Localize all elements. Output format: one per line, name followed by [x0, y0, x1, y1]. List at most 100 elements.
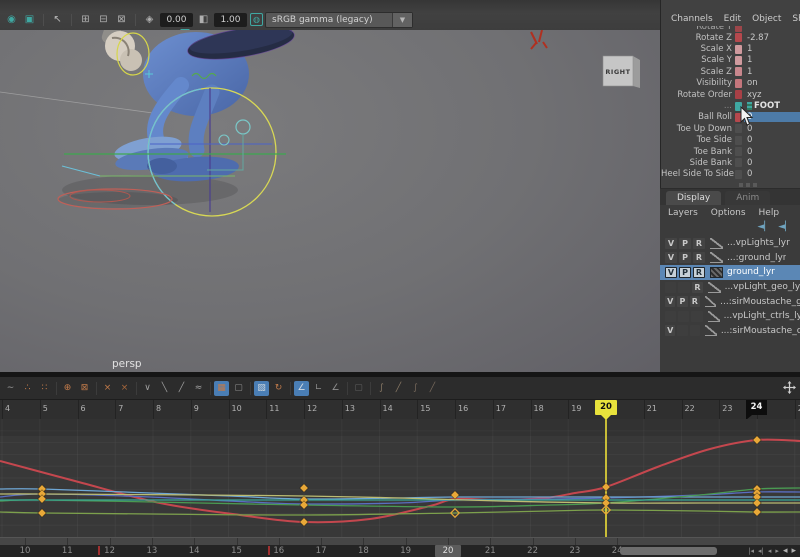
move-layer-down-icon[interactable]: ◄▏: [778, 222, 792, 232]
break-tangents-icon[interactable]: ▧: [254, 381, 269, 396]
channel-row[interactable]: Scale Y1: [661, 55, 800, 66]
time-slider[interactable]: 101112131415161718192021222324|◂◂|◂▸◂▸: [0, 545, 800, 557]
post-infinity-icon[interactable]: ∠: [328, 381, 343, 396]
snap-cube-icon[interactable]: ▣: [22, 12, 37, 27]
layer-row[interactable]: VPR...vpLights_lyr: [660, 236, 800, 251]
layer-toggle-p[interactable]: [678, 282, 689, 293]
graph-editor-canvas[interactable]: [0, 419, 800, 537]
channel-menu-object[interactable]: Object: [752, 14, 781, 24]
layer-toggle-r[interactable]: R: [690, 296, 700, 307]
lattice-deform-keys-icon[interactable]: ⊕: [60, 381, 75, 396]
color-management-icon[interactable]: ◍: [250, 13, 263, 26]
layer-name[interactable]: ...vpLight_ctrls_lyr: [724, 311, 800, 321]
channel-menu-show[interactable]: Show: [792, 14, 800, 24]
layout-copy-icon[interactable]: ⊞: [78, 12, 93, 27]
layer-toggle-p[interactable]: P: [679, 238, 691, 249]
exposure-field[interactable]: 0.00: [160, 13, 193, 27]
view-transform-dropdown[interactable]: sRGB gamma (legacy) ▼: [265, 12, 413, 28]
timeline-scrollbar[interactable]: [620, 547, 717, 555]
pre-infinity-icon[interactable]: ∟: [311, 381, 326, 396]
step-back-icon[interactable]: ◂: [768, 547, 772, 555]
ghost-curve-icon[interactable]: ∫: [408, 381, 423, 396]
channel-value[interactable]: 1: [744, 67, 800, 77]
channel-row[interactable]: Toe Side0: [661, 135, 800, 146]
contrast-icon[interactable]: ◧: [196, 12, 211, 27]
layer-menu-layers[interactable]: Layers: [668, 208, 698, 218]
layer-menu-options[interactable]: Options: [711, 208, 746, 218]
layer-toggle-p[interactable]: P: [679, 267, 691, 278]
insert-keys-icon[interactable]: ∴: [20, 381, 35, 396]
region-scale-keys-icon[interactable]: ⊠: [77, 381, 92, 396]
layer-name[interactable]: ...vpLights_lyr: [727, 238, 790, 248]
layer-name[interactable]: ...:sirMoustache_geo: [720, 297, 800, 307]
snap-time-icon[interactable]: ×: [100, 381, 115, 396]
layer-name[interactable]: ...vpLight_geo_lyr: [725, 282, 800, 292]
channel-row[interactable]: Ball Roll0: [661, 112, 800, 123]
curve-filter-icon[interactable]: ▢: [351, 381, 366, 396]
layer-toggle-v[interactable]: V: [665, 238, 677, 249]
snap-magnet-icon[interactable]: ◉: [4, 12, 19, 27]
layer-toggle-r[interactable]: [691, 311, 702, 322]
step-back-key-icon[interactable]: ◂|: [758, 547, 764, 555]
channel-menu-channels[interactable]: Channels: [671, 14, 713, 24]
layer-toggle-v[interactable]: V: [665, 267, 677, 278]
channel-value[interactable]: 0: [744, 169, 800, 179]
layer-menu-help[interactable]: Help: [759, 208, 780, 218]
chevron-down-icon[interactable]: ▼: [392, 13, 412, 27]
layer-type-icon[interactable]: [710, 252, 723, 263]
layout-paste-icon[interactable]: ⊟: [96, 12, 111, 27]
channel-row[interactable]: Scale X1: [661, 43, 800, 54]
channel-section-row[interactable]: ...FOOT: [661, 100, 800, 111]
layer-type-icon[interactable]: [705, 325, 716, 336]
layer-row[interactable]: VPR ...:sirMoustache_geo: [660, 294, 800, 309]
layer-toggle-r[interactable]: [690, 325, 700, 336]
layer-name[interactable]: ...:ground_lyr: [727, 253, 786, 263]
channel-row[interactable]: Toe Bank0: [661, 146, 800, 157]
layer-type-icon[interactable]: [708, 311, 720, 322]
go-to-start-icon[interactable]: |◂: [748, 547, 754, 555]
mute-curve-icon[interactable]: ∫: [374, 381, 389, 396]
layer-toggle-v[interactable]: [665, 282, 676, 293]
layer-row[interactable]: R...vpLight_geo_lyr: [660, 280, 800, 295]
buffer-snapshot-icon[interactable]: ▦: [214, 381, 229, 396]
layer-toggle-p[interactable]: P: [679, 252, 691, 263]
channel-row[interactable]: Side Bank0: [661, 157, 800, 168]
flat-tangents-icon[interactable]: ╱: [174, 381, 189, 396]
layer-name[interactable]: ...:sirMoustache_ctrl: [721, 326, 800, 336]
layer-toggle-v[interactable]: [665, 311, 676, 322]
channel-row[interactable]: Rotate Z-2.87: [661, 32, 800, 43]
tab-display[interactable]: Display: [666, 191, 721, 205]
layer-toggle-p[interactable]: P: [677, 296, 687, 307]
step-forward-icon[interactable]: ▸: [775, 547, 779, 555]
channel-row[interactable]: Visibilityon: [661, 78, 800, 89]
channel-row[interactable]: Heel Side To Side0: [661, 169, 800, 180]
channel-value[interactable]: 1: [744, 44, 800, 54]
layer-row[interactable]: V ...:sirMoustache_ctrl: [660, 324, 800, 339]
layer-toggle-v[interactable]: V: [665, 296, 675, 307]
channel-row[interactable]: Rotate Y: [661, 26, 800, 32]
layer-type-icon[interactable]: [710, 238, 723, 249]
layer-type-icon[interactable]: [710, 267, 723, 278]
channel-menu-edit[interactable]: Edit: [724, 14, 741, 24]
unify-tangents-icon[interactable]: ↻: [271, 381, 286, 396]
move-nearest-picker-icon[interactable]: ∼: [3, 381, 18, 396]
template-curve-icon[interactable]: ╱: [391, 381, 406, 396]
channel-row[interactable]: Scale Z1: [661, 66, 800, 77]
channel-row[interactable]: Rotate Orderxyz: [661, 89, 800, 100]
play-forward-icon[interactable]: ▸: [791, 546, 796, 556]
layer-toggle-p[interactable]: [677, 325, 687, 336]
linear-tangents-icon[interactable]: ╲: [157, 381, 172, 396]
tab-anim[interactable]: Anim: [725, 191, 770, 205]
add-keys-icon[interactable]: ∷: [37, 381, 52, 396]
end-frame-marker[interactable]: 24: [746, 400, 767, 415]
toe-pivot-circle[interactable]: [236, 120, 250, 134]
channel-value[interactable]: -2.87: [744, 33, 800, 43]
channel-value[interactable]: 0: [744, 135, 800, 145]
select-cursor-icon[interactable]: ↖: [50, 12, 65, 27]
layer-toggle-v[interactable]: V: [665, 325, 675, 336]
channel-value[interactable]: 0: [744, 147, 800, 157]
move-layer-up-icon[interactable]: ◄▏: [757, 222, 771, 232]
layer-row[interactable]: VPR...:ground_lyr: [660, 251, 800, 266]
layer-toggle-p[interactable]: [678, 311, 689, 322]
pan-view-icon[interactable]: [783, 381, 796, 394]
